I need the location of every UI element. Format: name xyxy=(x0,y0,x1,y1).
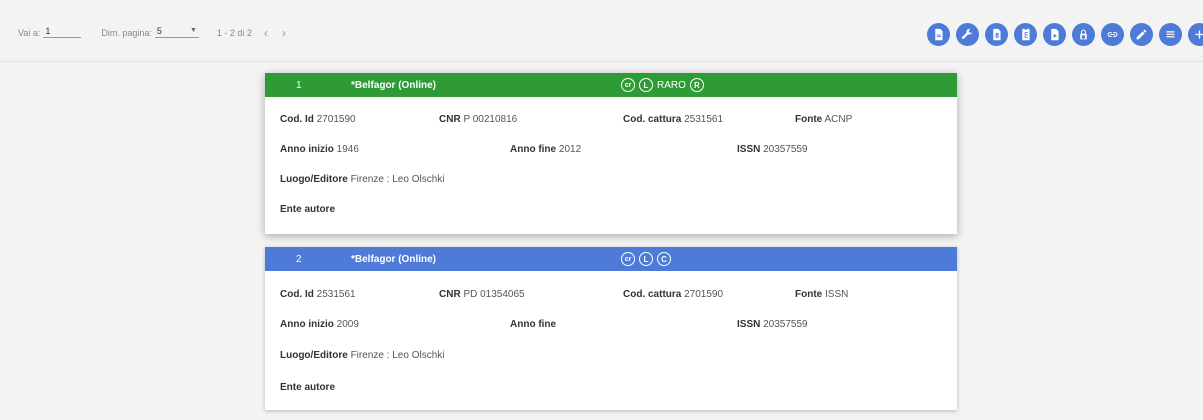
link-button[interactable] xyxy=(1101,23,1124,46)
plus-icon xyxy=(1195,30,1203,39)
page-size-select[interactable]: 5 ▼ xyxy=(154,26,199,38)
anno-inizio: Anno inizio 1946 xyxy=(280,144,359,155)
fonte: Fonte ACNP xyxy=(795,114,853,125)
cr-badge: cr xyxy=(621,78,635,92)
anno-fine: Anno fine xyxy=(510,319,557,330)
cnr: CNR PD 01354065 xyxy=(439,289,525,300)
record-card[interactable]: 2 *Belfagor (Online) cr L C Cod. Id 2531… xyxy=(265,247,957,410)
goto-input[interactable]: 1 xyxy=(43,26,82,38)
fonte: Fonte ISSN xyxy=(795,289,849,300)
prev-page-button[interactable]: ‹ xyxy=(264,27,268,39)
cr-badge: cr xyxy=(621,252,635,266)
lock-icon xyxy=(1080,29,1087,40)
record-title: *Belfagor (Online) xyxy=(351,253,437,265)
page-size-field: Dim. pagina: 5 ▼ xyxy=(101,26,199,38)
page-size-label: Dim. pagina: xyxy=(101,28,152,38)
action-buttons xyxy=(927,23,1203,46)
edit-button[interactable] xyxy=(1130,23,1153,46)
luogo-editore: Luogo/Editore Firenze : Leo Olschki xyxy=(280,350,445,361)
r-badge: R xyxy=(689,78,704,92)
l-badge: L xyxy=(639,252,653,266)
doc-c-icon xyxy=(1051,28,1059,41)
toolbar: Vai a: 1 Dim. pagina: 5 ▼ 1 - 2 di 2 ‹ › xyxy=(0,0,1203,62)
goto-label: Vai a: xyxy=(18,28,41,38)
record-badges: cr L C xyxy=(621,252,671,266)
doc-e-button[interactable] xyxy=(1014,23,1037,46)
doc-b-icon xyxy=(993,28,1001,41)
page-size-value: 5 xyxy=(156,26,162,36)
c-badge: C xyxy=(657,252,671,266)
issn: ISSN 20357559 xyxy=(737,319,808,330)
record-header[interactable]: 2 *Belfagor (Online) cr L C xyxy=(265,247,957,271)
issn: ISSN 20357559 xyxy=(737,144,808,155)
cod-cattura: Cod. cattura 2701590 xyxy=(623,289,724,300)
next-page-button[interactable]: › xyxy=(282,27,286,39)
record-number: 1 xyxy=(296,79,302,91)
record-badges: cr L RARO R xyxy=(621,78,704,92)
luogo-editore: Luogo/Editore Firenze : Leo Olschki xyxy=(280,174,445,185)
anno-inizio: Anno inizio 2009 xyxy=(280,319,359,330)
page-range: 1 - 2 di 2 xyxy=(216,28,252,38)
ente-autore: Ente autore xyxy=(280,382,336,393)
doc-e-icon xyxy=(1022,28,1030,41)
wrench-icon xyxy=(961,28,973,39)
doc-c-button[interactable] xyxy=(1043,23,1066,46)
goto-field: Vai a: 1 xyxy=(18,26,82,38)
record-number: 2 xyxy=(296,253,302,265)
dropdown-arrow-icon: ▼ xyxy=(189,27,197,34)
ente-autore: Ente autore xyxy=(280,204,336,215)
document-button[interactable] xyxy=(927,23,950,46)
record-header[interactable]: 1 *Belfagor (Online) cr L RARO R xyxy=(265,73,957,97)
settings-button[interactable] xyxy=(956,23,979,46)
record-title: *Belfagor (Online) xyxy=(351,79,437,91)
raro-label: RARO xyxy=(657,79,686,91)
cnr: CNR P 00210816 xyxy=(439,114,518,125)
cod-id: Cod. Id 2531561 xyxy=(280,289,356,300)
list-icon xyxy=(1166,31,1175,38)
record-card[interactable]: 1 *Belfagor (Online) cr L RARO R Cod. Id… xyxy=(265,73,957,234)
cod-cattura: Cod. cattura 2531561 xyxy=(623,114,724,125)
anno-fine: Anno fine 2012 xyxy=(510,144,582,155)
l-badge: L xyxy=(639,78,653,92)
add-button[interactable] xyxy=(1188,23,1203,46)
cod-id: Cod. Id 2701590 xyxy=(280,114,356,125)
list-button[interactable] xyxy=(1159,23,1182,46)
doc-b-button[interactable] xyxy=(985,23,1008,46)
lock-button[interactable] xyxy=(1072,23,1095,46)
document-icon xyxy=(935,28,943,41)
link-icon xyxy=(1107,32,1118,37)
pager: Vai a: 1 Dim. pagina: 5 ▼ 1 - 2 di 2 ‹ › xyxy=(18,26,286,39)
pencil-icon xyxy=(1136,29,1147,40)
